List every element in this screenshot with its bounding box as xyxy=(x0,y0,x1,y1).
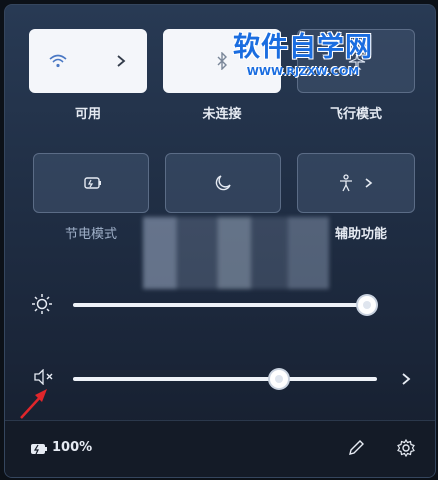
wifi-tile[interactable] xyxy=(29,29,147,93)
wifi-chevron-icon[interactable] xyxy=(116,54,126,68)
blurred-region xyxy=(143,217,329,289)
volume-muted-icon[interactable] xyxy=(33,369,55,385)
bluetooth-icon xyxy=(217,52,227,70)
watermark: 软件自学网 WWW.RJZXW.COM xyxy=(233,25,373,78)
settings-gear-icon[interactable] xyxy=(397,439,415,457)
brightness-icon xyxy=(32,294,52,314)
focus-assist-tile[interactable] xyxy=(165,153,281,213)
battery-percentage: 100% xyxy=(52,440,93,455)
battery-saver-tile[interactable] xyxy=(33,153,149,213)
wifi-tile-label: 可用 xyxy=(74,107,101,122)
bluetooth-tile-label: 未连接 xyxy=(202,107,242,122)
battery-saver-tile-label: 节电模式 xyxy=(64,227,117,242)
annotation-arrow-icon xyxy=(20,389,47,419)
volume-slider-thumb[interactable] xyxy=(270,370,288,388)
accessibility-icon xyxy=(340,174,352,192)
brightness-slider-thumb[interactable] xyxy=(358,296,376,314)
battery-saver-icon xyxy=(84,177,101,189)
footer-bar: 100% xyxy=(5,420,435,477)
wifi-icon xyxy=(49,54,67,68)
quick-settings-panel: 可用 未连接 飞行模式 软件自学网 WWW.RJZXW.COM 节电模式 辅助功… xyxy=(4,4,436,478)
audio-output-chevron-icon[interactable] xyxy=(401,372,411,386)
accessibility-chevron-icon[interactable] xyxy=(364,177,373,189)
brightness-slider-track[interactable] xyxy=(73,303,367,307)
moon-icon xyxy=(215,175,231,191)
edit-icon[interactable] xyxy=(347,439,365,457)
watermark-title: 软件自学网 xyxy=(233,32,373,63)
watermark-url: WWW.RJZXW.COM xyxy=(246,65,360,78)
battery-icon xyxy=(31,444,47,455)
airplane-mode-tile-label: 飞行模式 xyxy=(329,107,382,122)
volume-slider-track[interactable] xyxy=(73,377,377,381)
accessibility-tile[interactable] xyxy=(297,153,415,213)
